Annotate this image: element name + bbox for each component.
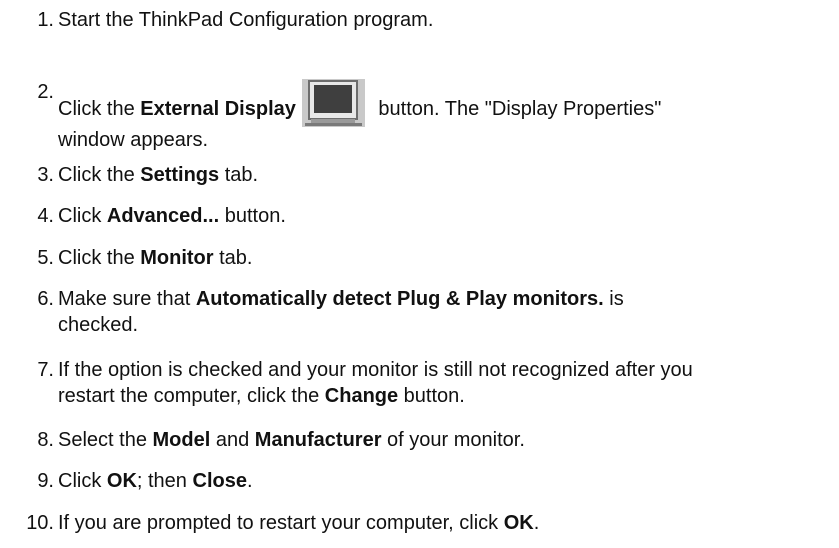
step-text: Click the External Display button. The "… xyxy=(58,79,661,153)
step-number: 5. xyxy=(37,247,54,269)
ui-term: Advanced... xyxy=(106,205,220,227)
ui-term: Monitor xyxy=(140,247,214,269)
step-number: 7. xyxy=(37,359,54,381)
ui-term: OK xyxy=(503,512,534,534)
step-text: If you are prompted to restart your comp… xyxy=(58,512,540,534)
step-number: 2. xyxy=(37,81,54,103)
step-text: Start the ThinkPad Configuration program… xyxy=(58,9,434,31)
step-number: 1. xyxy=(37,9,54,31)
step-number: 10. xyxy=(26,512,54,534)
ui-term: Close xyxy=(192,470,247,492)
step-text: Click Advanced... button. xyxy=(58,205,286,227)
step-text: Click the Settings tab. xyxy=(58,164,259,186)
step-number: 6. xyxy=(37,288,54,310)
ui-term: Model xyxy=(152,429,211,451)
step-text: Click the Monitor tab. xyxy=(58,247,253,269)
step-text: Select the Model and Manufacturer of you… xyxy=(58,429,525,451)
step-text: Make sure that Automatically detect Plug… xyxy=(58,288,624,336)
ui-term: Manufacturer xyxy=(254,429,382,451)
monitor-icon xyxy=(301,79,365,127)
step-number: 4. xyxy=(37,205,54,227)
ui-term: Change xyxy=(324,385,399,407)
ui-term: External Display xyxy=(140,98,296,120)
step-text: If the option is checked and your monito… xyxy=(58,359,693,407)
instruction-list: 1. Start the ThinkPad Configuration prog… xyxy=(0,0,839,548)
step-number: 9. xyxy=(37,470,54,492)
ui-term: Settings xyxy=(140,164,220,186)
ui-term: Automatically detect Plug & Play monitor… xyxy=(195,288,604,310)
step-number: 3. xyxy=(37,164,54,186)
step-number: 8. xyxy=(37,429,54,451)
step-text: Click OK; then Close. xyxy=(58,470,253,492)
ui-term: OK xyxy=(106,470,137,492)
